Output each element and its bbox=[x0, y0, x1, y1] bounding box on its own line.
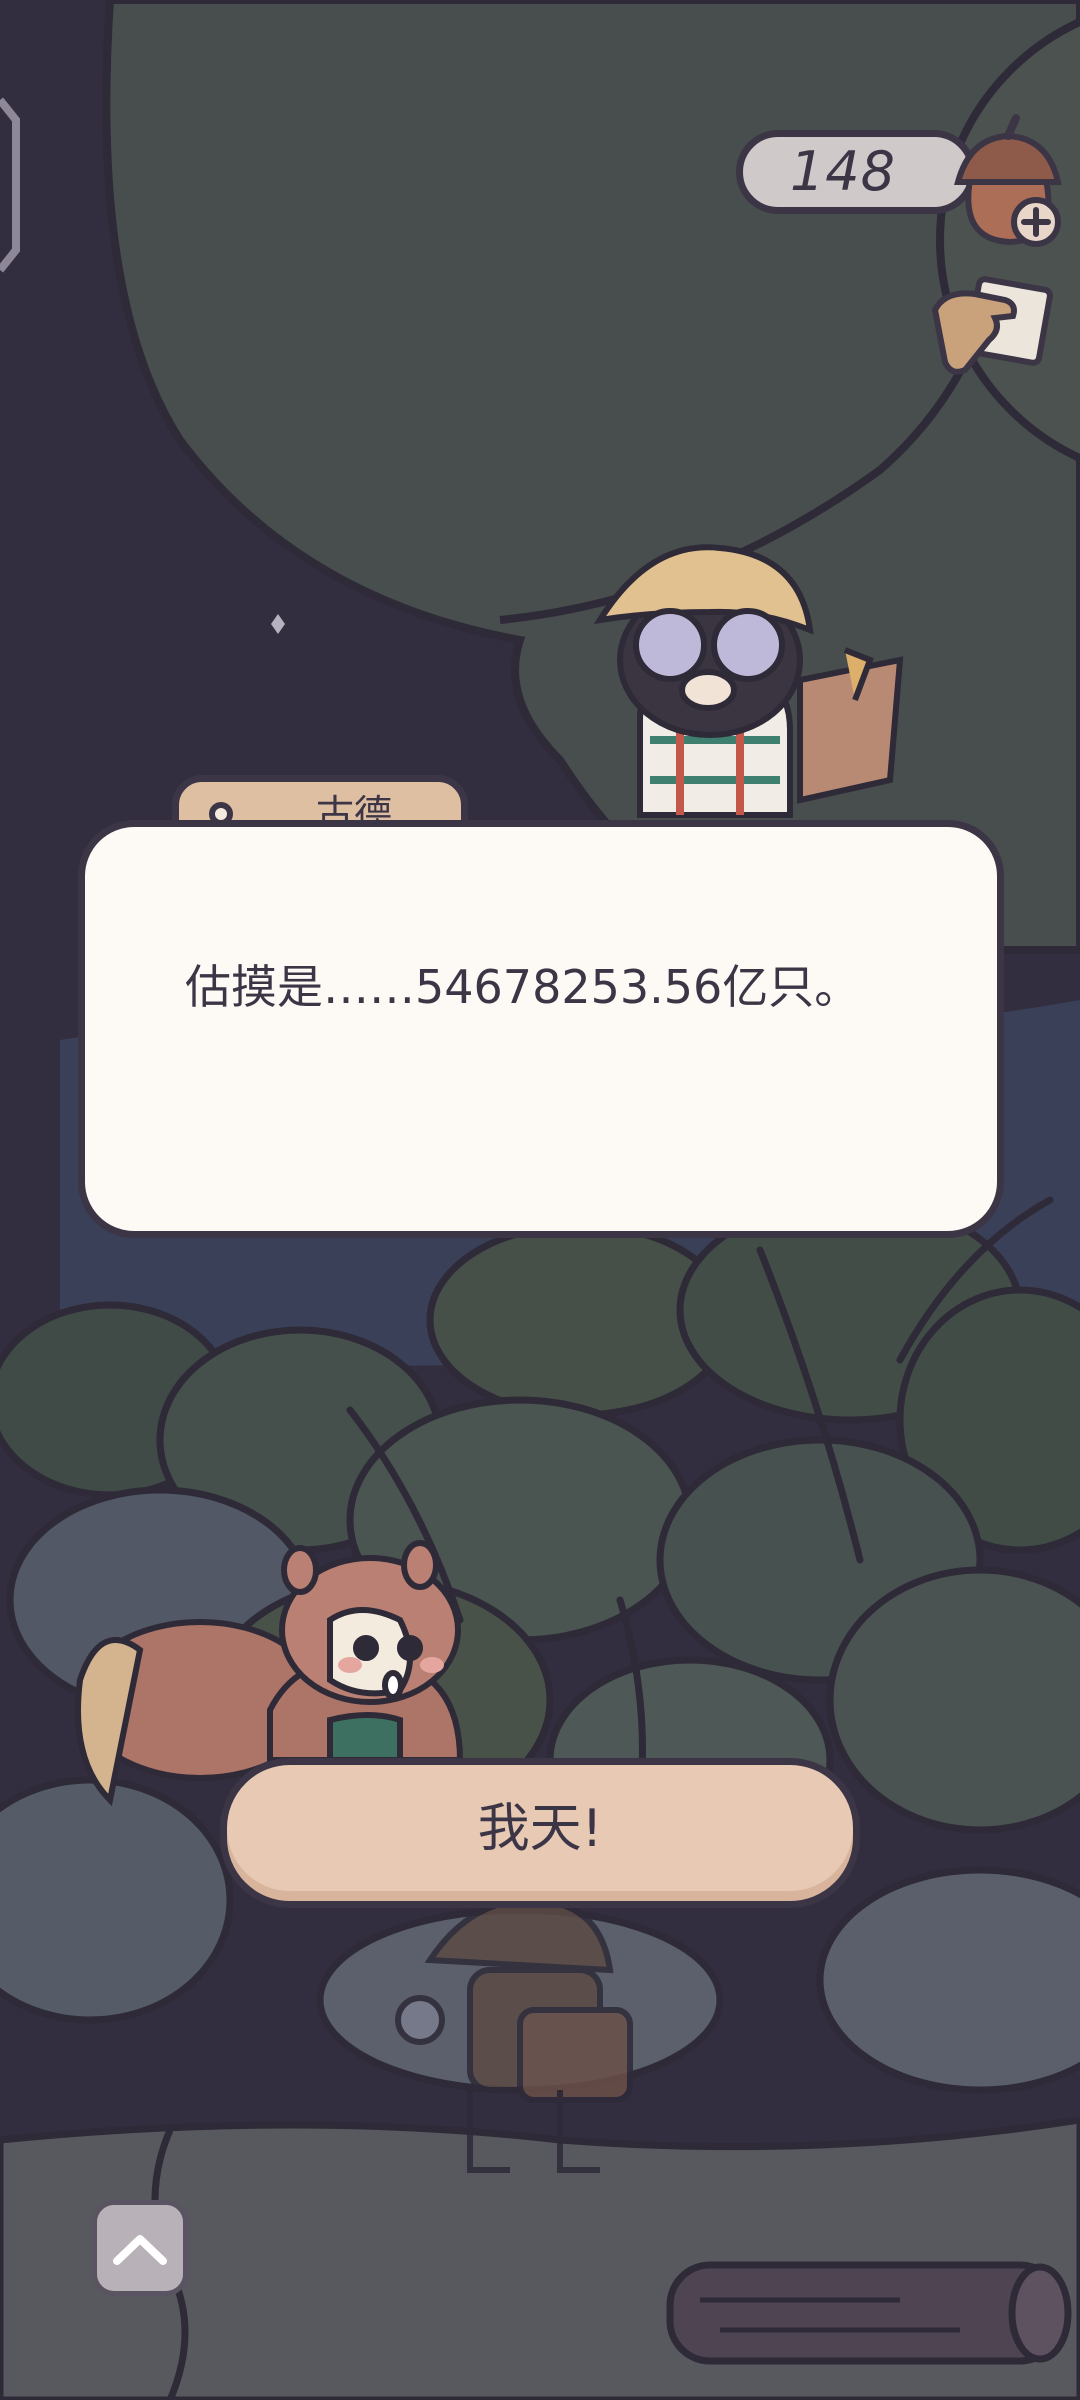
dialogue-box[interactable]: 估摸是……54678253.56亿只。 bbox=[78, 820, 1004, 1238]
hand-button[interactable] bbox=[925, 270, 1060, 390]
acorn-count: 148 bbox=[789, 140, 897, 203]
expand-button[interactable] bbox=[92, 2200, 188, 2296]
reply-option-button[interactable]: 我天! bbox=[220, 1758, 860, 1908]
plus-icon bbox=[1011, 197, 1061, 247]
reply-option-label: 我天! bbox=[477, 1799, 603, 1859]
acorn-icon bbox=[954, 114, 1062, 247]
chevron-up-icon bbox=[113, 2235, 167, 2265]
dialogue-text: 估摸是……54678253.56亿只。 bbox=[185, 960, 861, 1014]
add-acorns-button[interactable] bbox=[940, 110, 1070, 250]
hand-icon bbox=[931, 276, 1053, 375]
